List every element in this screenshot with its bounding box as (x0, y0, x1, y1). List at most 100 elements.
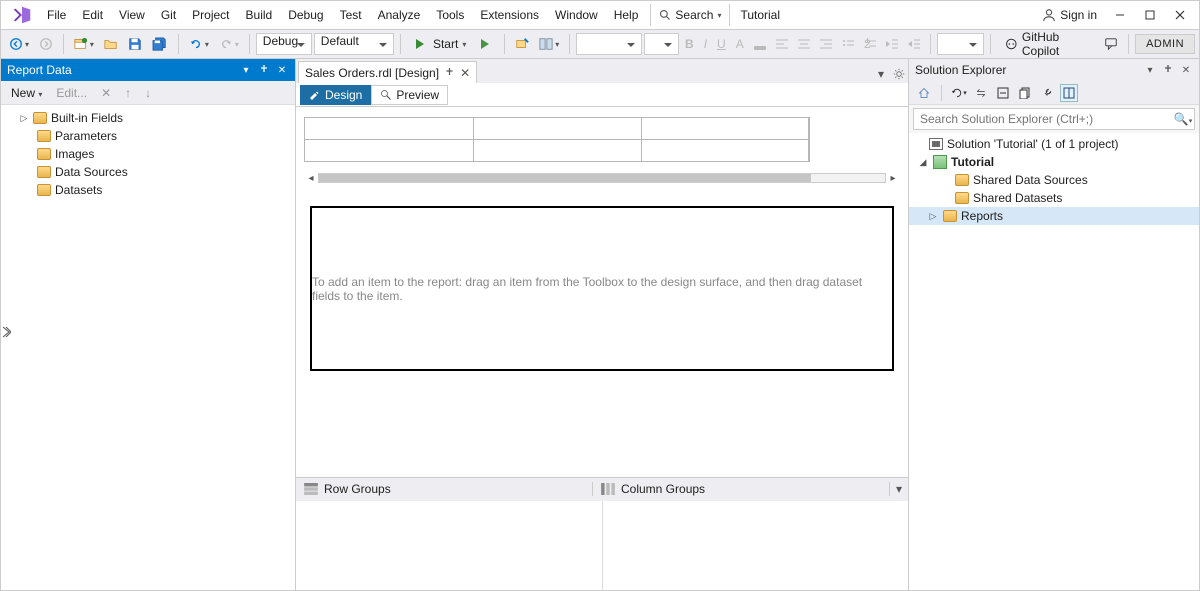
start-without-debug-button[interactable] (477, 36, 498, 52)
groups-dropdown-icon[interactable]: ▾ (890, 482, 908, 496)
project-node[interactable]: ◢ Tutorial (909, 153, 1199, 171)
folder-shared-datasets[interactable]: Shared Datasets (909, 189, 1199, 207)
config-combo[interactable]: Debug (256, 33, 312, 55)
design-surface[interactable]: To add an item to the report: drag an it… (310, 206, 894, 371)
se-home-button[interactable] (915, 84, 933, 102)
rd-new-button[interactable]: New ▾ (7, 84, 46, 102)
solution-root[interactable]: Solution 'Tutorial' (1 of 1 project) (909, 135, 1199, 153)
align-left-button[interactable] (772, 35, 792, 53)
panel-dropdown-icon[interactable]: ▾ (239, 63, 253, 77)
menu-view[interactable]: View (111, 4, 153, 26)
align-right-button[interactable] (816, 35, 836, 53)
horizontal-scrollbar[interactable]: ◂ ▸ (304, 170, 900, 186)
italic-button[interactable]: I (700, 34, 711, 54)
tree-images[interactable]: Images (1, 145, 295, 163)
menu-window[interactable]: Window (547, 4, 606, 26)
tree-builtin-fields[interactable]: ▷Built-in Fields (1, 109, 295, 127)
report-parameter-grid[interactable] (304, 117, 810, 162)
admin-badge[interactable]: ADMIN (1135, 34, 1195, 54)
window-close-button[interactable] (1165, 3, 1195, 27)
toolbar-btn-b[interactable]: ▾ (535, 34, 563, 54)
outdent-button[interactable] (882, 35, 902, 53)
save-all-button[interactable] (148, 34, 172, 54)
menu-search[interactable]: Search ▾ (650, 4, 730, 26)
menu-project[interactable]: Project (184, 4, 237, 26)
nav-back-button[interactable]: ▾ (5, 34, 33, 54)
document-tab[interactable]: Sales Orders.rdl [Design] ✕ (298, 61, 477, 83)
collapsed-panel-handle[interactable] (1, 325, 11, 339)
fontsize-combo[interactable] (644, 33, 679, 55)
numlist-button[interactable]: 12 (860, 35, 880, 53)
report-data-header[interactable]: Report Data ▾ ✕ (1, 59, 295, 81)
align-center-button[interactable] (794, 35, 814, 53)
rd-delete-button[interactable]: ✕ (97, 84, 115, 102)
se-showall-button[interactable] (1016, 84, 1034, 102)
fontcolor-button[interactable]: A (732, 34, 748, 54)
tutorial-button[interactable]: Tutorial (730, 4, 790, 26)
row-groups-header[interactable]: Row Groups (296, 482, 593, 496)
menu-git[interactable]: Git (153, 4, 184, 26)
new-project-button[interactable]: ▾ (70, 34, 98, 54)
tab-preview[interactable]: Preview (371, 85, 448, 105)
font-combo[interactable] (576, 33, 642, 55)
toolbar-btn-a[interactable] (511, 34, 533, 54)
tree-parameters[interactable]: Parameters (1, 127, 295, 145)
rd-down-button[interactable]: ↓ (141, 84, 155, 102)
rd-edit-button[interactable]: Edit... (52, 84, 91, 102)
panel-close-icon[interactable]: ✕ (275, 63, 289, 77)
column-groups-list[interactable] (603, 501, 909, 591)
menu-build[interactable]: Build (238, 4, 281, 26)
backcolor-button[interactable] (750, 35, 770, 53)
menu-help[interactable]: Help (606, 4, 647, 26)
tab-settings-button[interactable] (890, 65, 908, 83)
row-groups-list[interactable] (296, 501, 603, 591)
open-file-button[interactable] (100, 34, 122, 54)
tree-data-sources[interactable]: Data Sources (1, 163, 295, 181)
nav-forward-button[interactable] (35, 34, 57, 54)
se-collapse-button[interactable] (994, 84, 1012, 102)
platform-combo[interactable]: Default (314, 33, 394, 55)
se-properties-button[interactable] (1038, 84, 1056, 102)
github-copilot-button[interactable]: GitHub Copilot (999, 30, 1098, 58)
panel-pin-icon[interactable] (257, 63, 271, 77)
tree-datasets[interactable]: Datasets (1, 181, 295, 199)
redo-button[interactable]: ▾ (215, 34, 243, 54)
menu-test[interactable]: Test (332, 4, 370, 26)
menu-file[interactable]: File (39, 4, 74, 26)
save-button[interactable] (124, 34, 146, 54)
sign-in-button[interactable]: Sign in (1042, 8, 1097, 22)
start-debug-button[interactable]: Start ▾ (407, 34, 475, 54)
list-button[interactable] (838, 35, 858, 53)
se-preview-button[interactable] (1060, 84, 1078, 102)
search-icon[interactable]: 🔍▾ (1172, 112, 1194, 126)
tab-overflow-button[interactable]: ▾ (872, 65, 890, 83)
tab-pin-icon[interactable] (445, 68, 454, 77)
scroll-thumb[interactable] (319, 174, 811, 182)
panel-close-icon[interactable]: ✕ (1179, 63, 1193, 77)
folder-reports[interactable]: ▷ Reports (909, 207, 1199, 225)
rd-up-button[interactable]: ↑ (121, 84, 135, 102)
menu-tools[interactable]: Tools (428, 4, 472, 26)
folder-shared-data-sources[interactable]: Shared Data Sources (909, 171, 1199, 189)
feedback-button[interactable] (1100, 34, 1122, 54)
bold-button[interactable]: B (681, 34, 698, 54)
zoom-combo[interactable] (937, 33, 985, 55)
scroll-left-icon[interactable]: ◂ (304, 173, 318, 184)
window-minimize-button[interactable] (1105, 3, 1135, 27)
menu-edit[interactable]: Edit (74, 4, 111, 26)
scroll-right-icon[interactable]: ▸ (886, 173, 900, 184)
panel-dropdown-icon[interactable]: ▾ (1143, 63, 1157, 77)
indent-button[interactable] (904, 35, 924, 53)
menu-debug[interactable]: Debug (280, 4, 331, 26)
scroll-track[interactable] (318, 173, 886, 183)
solution-search[interactable]: 🔍▾ (913, 108, 1195, 130)
window-maximize-button[interactable] (1135, 3, 1165, 27)
tab-design[interactable]: Design (300, 85, 371, 105)
menu-extensions[interactable]: Extensions (472, 4, 547, 26)
solution-search-input[interactable] (914, 112, 1172, 126)
se-refresh-button[interactable]: ▾ (950, 84, 968, 102)
undo-button[interactable]: ▾ (185, 34, 213, 54)
solution-explorer-header[interactable]: Solution Explorer ▾ ✕ (909, 59, 1199, 81)
menu-analyze[interactable]: Analyze (370, 4, 429, 26)
column-groups-header[interactable]: Column Groups (593, 482, 890, 496)
